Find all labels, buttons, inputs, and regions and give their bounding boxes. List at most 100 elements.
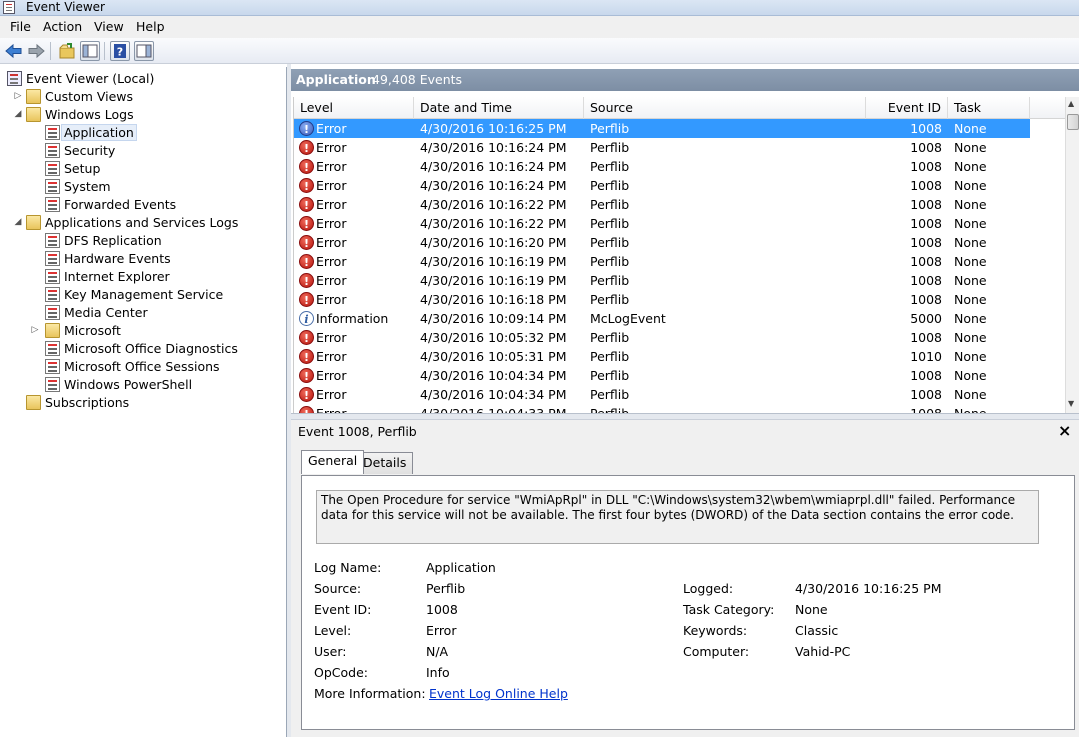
table-row[interactable]: ! Error 4/30/2016 10:04:34 PM Perflib 1008 No…: [294, 385, 1065, 404]
cell-level: Error: [316, 178, 347, 193]
collapse-arrow-icon[interactable]: ◢: [12, 106, 24, 123]
cell-level: Error: [316, 254, 347, 269]
table-row[interactable]: ! Error 4/30/2016 10:16:20 PM Perflib 1008 No…: [294, 233, 1065, 252]
tree-subscriptions[interactable]: Subscriptions: [26, 394, 129, 411]
tree-item-internet-explorer[interactable]: Internet Explorer: [45, 268, 170, 285]
tree-item-windows-powershell[interactable]: Windows PowerShell: [45, 376, 192, 393]
error-icon: !: [299, 197, 314, 212]
action-pane-icon[interactable]: [134, 41, 154, 61]
event-list: Level Date and Time Source Event ID Task…: [293, 97, 1065, 413]
event-detail-title: Event 1008, Perflib: [298, 424, 417, 439]
log-icon: [45, 251, 60, 266]
menu-action[interactable]: Action: [43, 19, 82, 34]
cell-date-time: 4/30/2016 10:04:34 PM: [420, 387, 567, 402]
tree-item-key-management-service[interactable]: Key Management Service: [45, 286, 223, 303]
tree-item-dfs-replication[interactable]: DFS Replication: [45, 232, 162, 249]
tree-item-setup[interactable]: Setup: [45, 160, 100, 177]
column-level[interactable]: Level: [294, 97, 414, 119]
menu-view[interactable]: View: [94, 19, 124, 34]
value-log-name: Application: [426, 560, 496, 575]
scroll-up-arrow-icon[interactable]: ▲: [1068, 99, 1074, 108]
value-keywords: Classic: [795, 623, 839, 638]
tab-general[interactable]: General: [301, 450, 365, 474]
title-bar: Event Viewer: [0, 0, 1079, 16]
label-more-information: More Information:: [314, 686, 426, 701]
cell-source: Perflib: [590, 197, 630, 212]
table-row[interactable]: i Information 4/30/2016 10:09:14 PM McLogEv…: [294, 309, 1065, 328]
cell-date-time: 4/30/2016 10:16:25 PM: [420, 121, 567, 136]
error-icon: !: [299, 159, 314, 174]
cell-event-id: 1008: [910, 140, 942, 155]
log-icon: [45, 359, 60, 374]
log-header-bar: Application 49,408 Events: [291, 69, 1079, 91]
tree-item-hardware-events[interactable]: Hardware Events: [45, 250, 171, 267]
column-event-id[interactable]: Event ID: [866, 97, 948, 119]
table-row[interactable]: ! Error 4/30/2016 10:16:24 PM Perflib 1008 No…: [294, 138, 1065, 157]
tree-item-microsoft-office-sessions[interactable]: Microsoft Office Sessions: [45, 358, 220, 375]
cell-task-category: None: [954, 197, 987, 212]
cell-date-time: 4/30/2016 10:05:32 PM: [420, 330, 567, 345]
cell-date-time: 4/30/2016 10:16:20 PM: [420, 235, 567, 250]
close-icon[interactable]: ×: [1058, 421, 1071, 440]
tree-item-application[interactable]: Application: [45, 124, 137, 141]
table-row[interactable]: ! Error 4/30/2016 10:16:18 PM Perflib 1008 No…: [294, 290, 1065, 309]
cell-level: Information: [316, 311, 389, 326]
cell-event-id: 1008: [910, 368, 942, 383]
tree-custom-views[interactable]: ▷ Custom Views: [15, 88, 133, 105]
forward-arrow-icon[interactable]: [26, 41, 46, 61]
log-icon: [45, 197, 60, 212]
event-list-scrollbar[interactable]: ▲ ▼: [1065, 97, 1079, 413]
table-row[interactable]: ! Error 4/30/2016 10:16:25 PM Perflib 1008 No…: [294, 119, 1030, 138]
column-task-category[interactable]: Task Categ...: [948, 97, 1030, 137]
log-name: Application: [296, 72, 376, 87]
console-tree-icon[interactable]: [80, 41, 100, 61]
cell-event-id: 1008: [910, 178, 942, 193]
scroll-down-arrow-icon[interactable]: ▼: [1068, 399, 1074, 408]
scroll-thumb[interactable]: [1067, 114, 1079, 130]
table-row[interactable]: !Error 4/30/2016 10:04:33 PM Perflib 1008 No…: [294, 404, 1065, 413]
subscriptions-icon: [26, 395, 41, 410]
table-row[interactable]: ! Error 4/30/2016 10:05:31 PM Perflib 1010 No…: [294, 347, 1065, 366]
value-logged: 4/30/2016 10:16:25 PM: [795, 581, 942, 596]
table-row[interactable]: ! Error 4/30/2016 10:16:22 PM Perflib 1008 No…: [294, 214, 1065, 233]
tree-item-microsoft-office-diagnostics[interactable]: Microsoft Office Diagnostics: [45, 340, 238, 357]
table-row[interactable]: ! Error 4/30/2016 10:05:32 PM Perflib 1008 No…: [294, 328, 1065, 347]
tree-windows-logs[interactable]: ◢ Windows Logs: [15, 106, 134, 123]
tree-item-microsoft[interactable]: ▷ Microsoft: [32, 322, 121, 339]
cell-level: Error: [316, 387, 347, 402]
table-row[interactable]: ! Error 4/30/2016 10:04:34 PM Perflib 1008 No…: [294, 366, 1065, 385]
tree-item-security[interactable]: Security: [45, 142, 115, 159]
cell-event-id: 1008: [910, 121, 942, 136]
open-folder-icon[interactable]: [57, 41, 77, 61]
table-row[interactable]: ! Error 4/30/2016 10:16:22 PM Perflib 1008 No…: [294, 195, 1065, 214]
tree-item-forwarded-events[interactable]: Forwarded Events: [45, 196, 176, 213]
collapse-arrow-icon[interactable]: ◢: [12, 214, 24, 231]
expand-arrow-icon[interactable]: ▷: [29, 322, 41, 339]
tree-item-system[interactable]: System: [45, 178, 111, 195]
cell-level: Error: [316, 197, 347, 212]
cell-level: Error: [316, 273, 347, 288]
back-arrow-icon[interactable]: [4, 41, 24, 61]
column-date-time[interactable]: Date and Time: [414, 97, 584, 119]
cell-source: Perflib: [590, 178, 630, 193]
tree-root-event-viewer[interactable]: Event Viewer (Local): [7, 70, 154, 87]
cell-event-id: 1010: [910, 349, 942, 364]
table-row[interactable]: ! Error 4/30/2016 10:16:19 PM Perflib 1008 No…: [294, 252, 1065, 271]
cell-task-category: None: [954, 178, 987, 193]
help-icon[interactable]: ?: [110, 41, 130, 61]
log-icon: [45, 287, 60, 302]
column-source[interactable]: Source: [584, 97, 866, 119]
table-row[interactable]: ! Error 4/30/2016 10:16:24 PM Perflib 1008 No…: [294, 157, 1065, 176]
tree-app-services-logs[interactable]: ◢ Applications and Services Logs: [15, 214, 238, 231]
menu-file[interactable]: File: [10, 19, 31, 34]
table-row[interactable]: ! Error 4/30/2016 10:16:19 PM Perflib 1008 No…: [294, 271, 1065, 290]
error-icon: !: [299, 140, 314, 155]
expand-arrow-icon[interactable]: ▷: [12, 88, 24, 105]
tab-details[interactable]: Details: [356, 452, 414, 474]
event-message[interactable]: The Open Procedure for service "WmiApRpl…: [316, 490, 1039, 544]
table-row[interactable]: ! Error 4/30/2016 10:16:24 PM Perflib 1008 No…: [294, 176, 1065, 195]
cell-level: Error: [316, 292, 347, 307]
event-log-online-help-link[interactable]: Event Log Online Help: [429, 686, 568, 701]
menu-help[interactable]: Help: [136, 19, 165, 34]
tree-item-media-center[interactable]: Media Center: [45, 304, 148, 321]
